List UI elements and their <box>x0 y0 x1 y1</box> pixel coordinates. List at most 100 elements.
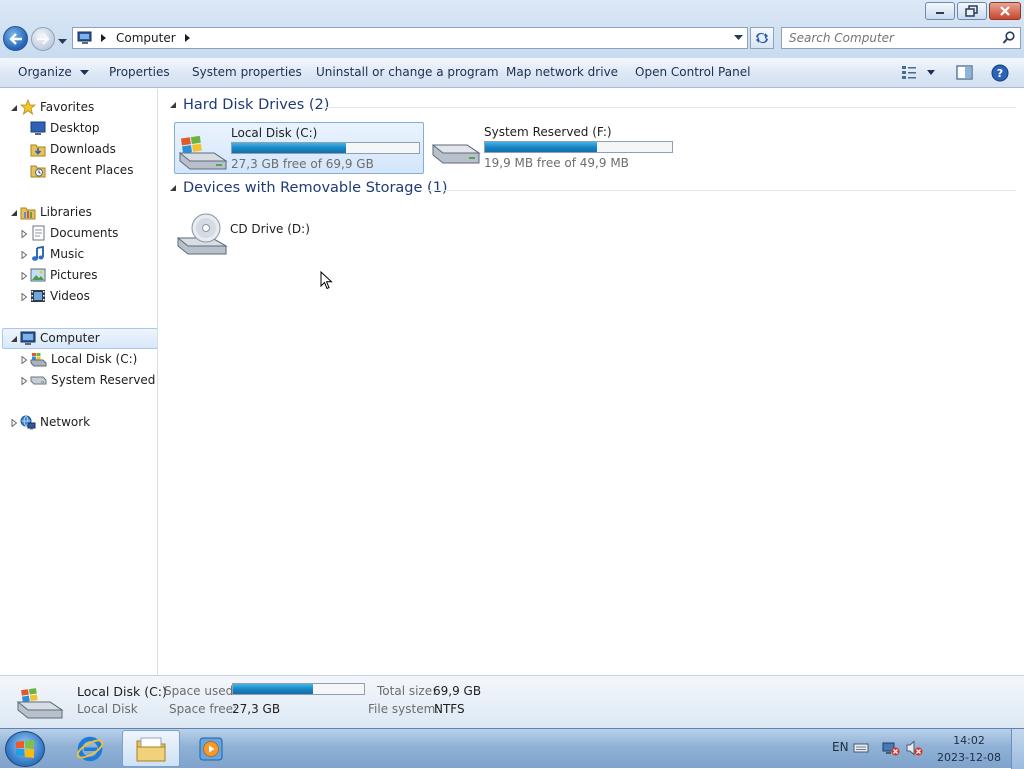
view-options-button[interactable] <box>901 65 937 82</box>
nav-item-label: Music <box>50 247 85 261</box>
breadcrumb-computer[interactable]: Computer <box>116 31 176 45</box>
network-tray[interactable] <box>882 740 900 759</box>
network-disconnected-icon <box>882 742 900 756</box>
nav-favorites-label: Favorites <box>40 100 95 114</box>
map-network-drive-button[interactable]: Map network drive <box>506 65 618 79</box>
content-area: Hard Disk Drives (2) Local Disk (C:) 27,… <box>159 89 1024 675</box>
volume-muted-icon <box>906 740 923 756</box>
close-button[interactable] <box>989 2 1021 20</box>
pictures-expander[interactable] <box>19 271 28 280</box>
favorites-expander[interactable] <box>9 103 18 112</box>
close-icon <box>1000 6 1010 16</box>
organize-menu[interactable]: Organize <box>18 65 89 79</box>
nav-item-desktop[interactable]: Desktop <box>30 118 100 138</box>
drive-tile-cd-drive-d[interactable]: CD Drive (D:) <box>174 205 334 257</box>
nav-item-local-disk-c[interactable]: Local Disk (C:) <box>30 349 137 369</box>
drive-usage-fill <box>232 143 347 153</box>
taskbar-windows-explorer[interactable] <box>122 730 180 767</box>
nav-favorites[interactable]: Favorites <box>20 97 94 117</box>
libraries-expander[interactable] <box>9 208 18 217</box>
group-collapse-icon <box>170 185 176 191</box>
collapsed-triangle-icon <box>11 418 17 427</box>
details-usage-bar <box>232 683 365 695</box>
music-expander[interactable] <box>19 250 28 259</box>
refresh-icon <box>756 32 768 44</box>
properties-button[interactable]: Properties <box>109 65 170 79</box>
nav-item-system-reserved-f[interactable]: System Reserved (F:) <box>30 370 157 390</box>
breadcrumb-chevron-icon[interactable] <box>100 34 108 42</box>
search-box[interactable] <box>781 27 1021 49</box>
clock-date[interactable]: 2023-12-08 <box>936 751 1002 764</box>
network-expander[interactable] <box>9 418 18 427</box>
keyboard-tray[interactable] <box>853 742 869 757</box>
collapsed-triangle-icon <box>21 250 27 259</box>
forward-button[interactable] <box>31 27 55 51</box>
clock-time[interactable]: 14:02 <box>936 734 1002 747</box>
system-properties-button[interactable]: System properties <box>192 65 302 79</box>
nav-computer-label: Computer <box>40 331 100 345</box>
space-free-value: 27,3 GB <box>232 702 281 716</box>
preview-pane-icon <box>956 65 973 80</box>
nav-item-documents[interactable]: Documents <box>30 223 118 243</box>
local-disk-expander[interactable] <box>19 355 28 364</box>
volume-tray[interactable] <box>905 740 923 759</box>
search-input[interactable] <box>782 30 1002 46</box>
address-bar[interactable]: Computer <box>72 27 748 49</box>
expanded-triangle-icon <box>10 104 17 111</box>
nav-network[interactable]: Network <box>20 412 90 432</box>
pictures-icon <box>30 268 46 282</box>
folder-icon <box>136 737 166 761</box>
drive-tile-system-reserved-f[interactable]: System Reserved (F:) 19,9 MB free of 49,… <box>428 122 678 174</box>
search-icon[interactable] <box>1002 31 1016 45</box>
breadcrumb-chevron-icon[interactable] <box>184 34 192 42</box>
details-pane: Local Disk (C:) Local Disk Space used: S… <box>0 675 1024 728</box>
show-desktop-button[interactable] <box>1011 729 1024 769</box>
help-icon: ? <box>991 64 1009 82</box>
system-reserved-expander[interactable] <box>19 376 28 385</box>
computer-expander[interactable] <box>9 334 18 343</box>
help-button[interactable]: ? <box>991 64 1009 85</box>
hdd-group-header[interactable]: Hard Disk Drives (2) <box>169 97 329 113</box>
nav-libraries[interactable]: Libraries <box>20 202 92 222</box>
desktop-icon <box>30 121 46 135</box>
downloads-folder-icon <box>30 144 46 156</box>
total-size-value: 69,9 GB <box>433 684 482 698</box>
videos-expander[interactable] <box>19 292 28 301</box>
chevron-down-icon <box>79 70 89 75</box>
organize-label: Organize <box>18 65 72 79</box>
taskbar-internet-explorer[interactable] <box>61 730 119 767</box>
preview-pane-button[interactable] <box>956 65 973 83</box>
nav-item-recent-places[interactable]: Recent Places <box>30 160 133 180</box>
space-used-label: Space used: <box>164 684 238 698</box>
refresh-button[interactable] <box>750 27 774 49</box>
drive-icon <box>30 376 47 385</box>
media-player-icon <box>199 737 223 760</box>
film-strip-icon <box>31 290 45 302</box>
maximize-button[interactable] <box>957 2 987 20</box>
nav-item-pictures[interactable]: Pictures <box>30 265 98 285</box>
nav-computer[interactable]: Computer <box>20 328 100 348</box>
nav-item-videos[interactable]: Videos <box>30 286 90 306</box>
recent-pages-dropdown[interactable] <box>58 34 67 48</box>
minimize-icon <box>936 12 944 14</box>
group-collapse-icon <box>170 102 176 108</box>
taskbar: EN 14:02 2023-12-08 <box>0 728 1024 769</box>
windows-drive-icon <box>30 352 47 366</box>
uninstall-program-button[interactable]: Uninstall or change a program <box>316 65 499 79</box>
language-indicator[interactable]: EN <box>832 740 849 754</box>
documents-expander[interactable] <box>19 229 28 238</box>
drive-tile-local-disk-c[interactable]: Local Disk (C:) 27,3 GB free of 69,9 GB <box>174 122 424 174</box>
address-history-dropdown-icon[interactable] <box>734 35 743 41</box>
nav-item-downloads[interactable]: Downloads <box>30 139 116 159</box>
drive-usage-bar <box>231 142 420 154</box>
command-bar: Organize Properties System properties Un… <box>0 58 1024 88</box>
restore-icon <box>965 5 978 17</box>
back-button[interactable] <box>3 26 28 51</box>
start-button[interactable] <box>5 731 45 767</box>
nav-item-music[interactable]: Music <box>30 244 84 264</box>
total-size-label: Total size: <box>377 684 437 698</box>
open-control-panel-button[interactable]: Open Control Panel <box>635 65 750 79</box>
minimize-button[interactable] <box>925 2 955 20</box>
taskbar-media-player[interactable] <box>182 730 240 767</box>
removable-group-header[interactable]: Devices with Removable Storage (1) <box>169 180 448 196</box>
